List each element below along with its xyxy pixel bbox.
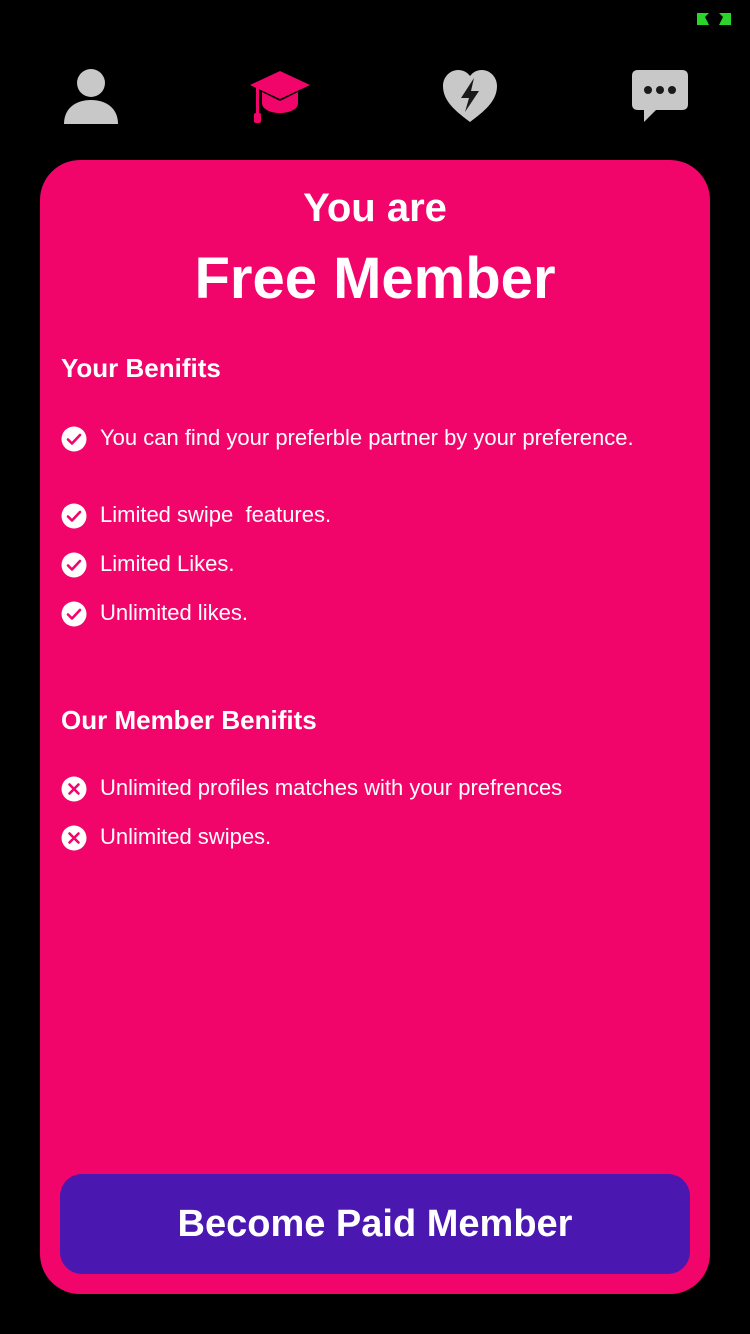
benefit-item: Unlimited profiles matches with your pre… <box>61 774 681 802</box>
benefit-text: Unlimited swipes. <box>100 824 272 849</box>
tab-profile[interactable] <box>57 62 125 130</box>
benefit-item: Limited Likes. <box>61 550 681 578</box>
chat-bubble-icon <box>632 70 688 122</box>
check-circle-icon <box>61 503 87 529</box>
benefit-text: Limited swipe features. <box>100 502 332 527</box>
graduation-cap-icon <box>250 71 310 123</box>
check-circle-icon <box>61 552 87 578</box>
benefit-text: Unlimited likes. <box>100 600 248 625</box>
tab-education[interactable] <box>246 62 314 130</box>
member-benefits-title: Our Member Benifits <box>61 705 317 735</box>
your-benefits-title: Your Benifits <box>61 353 221 383</box>
tab-messages[interactable] <box>626 62 694 130</box>
benefit-item: Unlimited swipes. <box>61 823 681 851</box>
tab-bar <box>0 62 750 130</box>
person-icon <box>64 69 118 124</box>
x-circle-icon <box>61 825 87 851</box>
benefit-item: Limited swipe features. <box>61 501 681 529</box>
benefit-item: Unlimited likes. <box>61 599 681 627</box>
membership-intro: You are <box>303 186 447 230</box>
x-circle-icon <box>61 776 87 802</box>
membership-card: You are Free Member Your Benifits You ca… <box>40 160 710 1294</box>
benefit-text: Limited Likes. <box>100 551 235 576</box>
heart-bolt-icon <box>443 70 497 122</box>
tab-matches[interactable] <box>436 62 504 130</box>
benefit-text: Unlimited profiles matches with your pre… <box>100 775 563 800</box>
benefit-text: You can find your preferble partner by y… <box>100 425 634 450</box>
benefit-item: You can find your preferble partner by y… <box>61 424 681 452</box>
become-paid-member-button[interactable]: Become Paid Member <box>60 1174 690 1274</box>
membership-status: Free Member <box>194 246 556 311</box>
check-circle-icon <box>61 601 87 627</box>
check-circle-icon <box>61 426 87 452</box>
status-indicator-icon <box>696 12 732 26</box>
